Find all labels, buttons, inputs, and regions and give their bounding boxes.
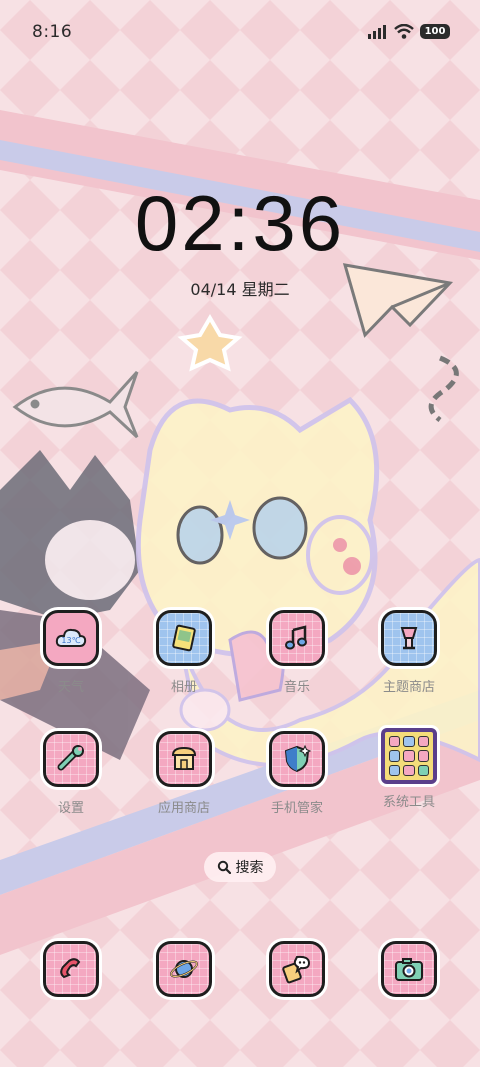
dock-browser[interactable] (129, 941, 239, 997)
search-button[interactable]: 搜索 (204, 852, 276, 882)
app-label: 主题商店 (382, 680, 435, 695)
handset-icon (60, 958, 81, 979)
system-tools-folder-icon[interactable] (381, 728, 437, 784)
weather-icon[interactable]: 13℃ (43, 610, 99, 666)
folder-mini-icon (403, 764, 415, 776)
app-settings[interactable]: 设置 (16, 731, 126, 816)
app-label: 天气 (57, 680, 84, 695)
wrench-icon (57, 745, 84, 771)
dock-messages[interactable] (242, 941, 352, 997)
app-label: 相册 (170, 680, 197, 695)
chat-bubble-icon (282, 955, 311, 984)
search-label: 搜索 (235, 860, 264, 876)
folder-mini-icon (403, 736, 415, 748)
brush-icon (400, 627, 418, 650)
shield-icon (284, 744, 312, 773)
shop-icon (171, 746, 197, 770)
folder-mini-icon (389, 764, 401, 776)
camera-icon[interactable] (381, 941, 437, 997)
phone-manager-icon[interactable] (269, 731, 325, 787)
folder-mini-icon (403, 750, 415, 762)
status-time: 8:16 (32, 22, 73, 42)
phone-icon[interactable] (43, 941, 99, 997)
app-theme-store[interactable]: 主题商店 (354, 610, 464, 695)
signal-icon (368, 24, 386, 39)
settings-icon[interactable] (43, 731, 99, 787)
app-weather[interactable]: 13℃ 天气 (16, 610, 126, 695)
music-note-icon (285, 625, 307, 650)
wallpaper-art (0, 0, 480, 1067)
dock-camera[interactable] (354, 941, 464, 997)
app-label: 音乐 (283, 680, 310, 695)
dock-phone[interactable] (16, 941, 126, 997)
lockscreen-date: 04/14 星期二 (190, 280, 290, 299)
photo-frame-icon (172, 624, 196, 652)
lockscreen-clock[interactable]: 02:36 (0, 178, 480, 269)
wallpaper (0, 0, 480, 1067)
status-bar: 8:16 100 (0, 0, 480, 66)
app-system-tools-folder[interactable]: 系统工具 (354, 728, 464, 810)
status-icons: 100 (368, 24, 450, 39)
gallery-icon[interactable] (156, 610, 212, 666)
browser-icon[interactable] (156, 941, 212, 997)
planet-icon (170, 960, 198, 978)
wifi-icon (394, 24, 414, 39)
app-phone-manager[interactable]: 手机管家 (242, 731, 352, 816)
cloud-icon: 13℃ (55, 628, 87, 647)
folder-mini-icon (417, 764, 429, 776)
folder-mini-icon (417, 736, 429, 748)
app-label: 设置 (57, 801, 84, 816)
battery-indicator: 100 (420, 24, 450, 39)
app-label: 系统工具 (382, 795, 435, 810)
folder-mini-icon (389, 736, 401, 748)
theme-store-icon[interactable] (381, 610, 437, 666)
weather-temp: 13℃ (61, 636, 80, 645)
app-music[interactable]: 音乐 (242, 610, 352, 695)
app-app-store[interactable]: 应用商店 (129, 731, 239, 816)
camera-body-icon (395, 958, 423, 981)
app-store-icon[interactable] (156, 731, 212, 787)
search-icon (217, 860, 231, 874)
folder-mini-icon (389, 750, 401, 762)
music-icon[interactable] (269, 610, 325, 666)
folder-mini-icon (417, 750, 429, 762)
messages-icon[interactable] (269, 941, 325, 997)
app-gallery[interactable]: 相册 (129, 610, 239, 695)
app-label: 手机管家 (270, 801, 323, 816)
app-label: 应用商店 (157, 801, 210, 816)
